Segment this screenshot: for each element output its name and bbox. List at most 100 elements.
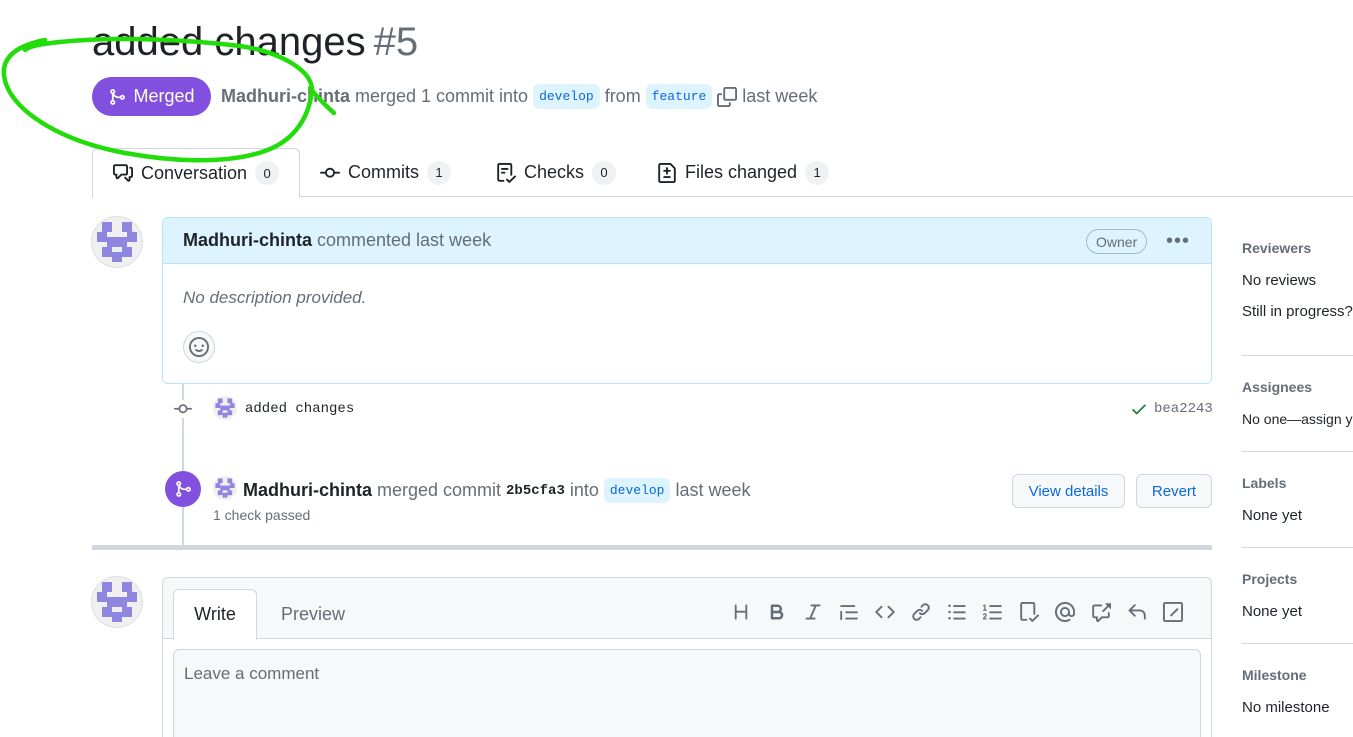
sidebar-labels: Labels None yet	[1242, 475, 1353, 524]
tab-commits-label: Commits	[348, 162, 419, 182]
sidebar-milestone: Milestone No milestone	[1242, 667, 1353, 716]
timeline-end-divider	[92, 545, 1212, 550]
tab-conversation[interactable]: Conversation 0	[92, 148, 300, 198]
pr-meta: Madhuri-chinta merged 1 commit into deve…	[221, 84, 817, 109]
identicon-image	[213, 476, 237, 500]
assignees-heading[interactable]: Assignees	[1242, 379, 1353, 395]
markdown-toolbar	[723, 598, 1191, 626]
from-text: from	[604, 86, 641, 106]
merge-author-link[interactable]: Madhuri-chinta	[243, 480, 372, 501]
sidebar-projects: Projects None yet	[1242, 571, 1353, 620]
commit-sha-link[interactable]: bea2243	[1154, 401, 1213, 417]
tab-checks-label: Checks	[524, 162, 585, 182]
identicon-image	[92, 217, 142, 267]
commit-status: bea2243	[1130, 400, 1213, 418]
assignees-value[interactable]: No one—assign yourself	[1242, 411, 1353, 427]
merged-state-badge: Merged	[92, 77, 211, 116]
pr-number: #5	[373, 20, 419, 64]
merge-commit-sha-link[interactable]: 2b5cfa3	[506, 483, 565, 499]
git-merge-icon	[176, 481, 191, 497]
pr-description-comment: Madhuri-chinta commented last week Owner…	[162, 217, 1212, 384]
mention-icon[interactable]	[1047, 598, 1083, 626]
tab-checks[interactable]: Checks 0	[496, 148, 617, 197]
avatar[interactable]	[91, 216, 143, 268]
merge-time[interactable]: last week	[675, 480, 750, 501]
quote-icon[interactable]	[831, 598, 867, 626]
tab-conversation-count: 0	[255, 161, 280, 185]
reply-icon[interactable]	[1119, 598, 1155, 626]
view-details-button[interactable]: View details	[1012, 474, 1125, 508]
pr-time: last week	[742, 86, 818, 106]
projects-value: None yet	[1242, 603, 1303, 620]
labels-value: None yet	[1242, 507, 1303, 524]
preview-tab[interactable]: Preview	[273, 589, 353, 640]
smiley-icon	[189, 337, 209, 357]
owner-badge: Owner	[1086, 229, 1148, 254]
new-comment-header: Write Preview	[163, 578, 1211, 640]
pr-author-link[interactable]: Madhuri-chinta	[221, 86, 350, 107]
comment-author-link[interactable]: Madhuri-chinta	[183, 230, 312, 251]
sidebar-reviewers: Reviewers No reviews Still in progress?	[1242, 240, 1353, 320]
cross-reference-icon[interactable]	[1083, 598, 1119, 626]
link-icon[interactable]	[903, 598, 939, 626]
comment-textarea[interactable]: Leave a comment	[173, 649, 1201, 737]
italic-icon[interactable]	[795, 598, 831, 626]
code-icon[interactable]	[867, 598, 903, 626]
commit-author-avatar[interactable]	[213, 396, 237, 420]
kebab-menu-icon[interactable]: •••	[1163, 228, 1193, 254]
merge-branch-label[interactable]: develop	[603, 478, 671, 503]
pr-tabs: Conversation 0 Commits 1 Checks 0 Files …	[92, 148, 1353, 198]
commit-message-link[interactable]: added changes	[245, 401, 354, 417]
sidebar-divider	[1242, 643, 1353, 644]
tasklist-icon[interactable]	[1011, 598, 1047, 626]
head-branch-label[interactable]: feature	[645, 84, 713, 109]
heading-icon[interactable]	[723, 598, 759, 626]
ordered-list-icon[interactable]	[975, 598, 1011, 626]
merge-author-avatar[interactable]	[213, 476, 237, 500]
add-reaction-button[interactable]	[183, 331, 215, 363]
still-in-progress-link[interactable]: Still in progress?	[1242, 303, 1353, 320]
revert-button[interactable]: Revert	[1136, 474, 1212, 508]
tab-commits[interactable]: Commits 1	[320, 148, 451, 197]
sidebar-divider	[1242, 451, 1353, 452]
slash-command-icon[interactable]	[1155, 598, 1191, 626]
check-icon[interactable]	[1130, 400, 1148, 418]
tab-files-changed[interactable]: Files changed 1	[657, 148, 830, 197]
git-merge-icon	[110, 88, 126, 105]
git-commit-icon	[173, 400, 193, 418]
copy-icon[interactable]	[717, 86, 738, 107]
comment-header: Madhuri-chinta commented last week Owner…	[163, 218, 1211, 264]
tab-files-changed-count: 1	[805, 160, 830, 185]
labels-heading[interactable]: Labels	[1242, 475, 1353, 491]
reviewers-value: No reviews	[1242, 272, 1317, 289]
tab-commits-count: 1	[427, 160, 451, 185]
bold-icon[interactable]	[759, 598, 795, 626]
checklist-icon	[497, 162, 516, 183]
identicon-image	[213, 396, 237, 420]
unordered-list-icon[interactable]	[939, 598, 975, 626]
checks-passed-text[interactable]: 1 check passed	[213, 507, 310, 523]
current-user-avatar[interactable]	[91, 576, 143, 628]
reviewers-heading[interactable]: Reviewers	[1242, 240, 1353, 256]
write-tab[interactable]: Write	[173, 589, 257, 640]
tab-files-changed-label: Files changed	[685, 162, 798, 182]
sidebar-assignees: Assignees No one—assign yourself	[1242, 379, 1353, 427]
merge-action-text: merged commit	[377, 480, 502, 500]
base-branch-label[interactable]: develop	[533, 84, 600, 109]
comment-meta[interactable]: commented last week	[317, 230, 491, 251]
milestone-heading[interactable]: Milestone	[1242, 667, 1353, 683]
tab-checks-count: 0	[592, 160, 617, 185]
new-comment-form: Write Preview Leave a comment	[162, 577, 1212, 737]
sidebar-divider	[1242, 547, 1353, 548]
merge-into-text: into	[569, 480, 599, 500]
merge-event-badge	[165, 471, 201, 507]
comment-discussion-icon	[113, 164, 133, 182]
projects-heading[interactable]: Projects	[1242, 571, 1353, 587]
pr-title-text: added changes	[92, 20, 366, 64]
tab-conversation-label: Conversation	[141, 162, 248, 183]
git-commit-icon	[320, 167, 340, 178]
pr-action-text: merged 1 commit into	[355, 86, 529, 106]
comment-body: No description provided.	[183, 288, 367, 307]
identicon-image	[92, 577, 142, 627]
file-diff-icon	[658, 162, 676, 183]
